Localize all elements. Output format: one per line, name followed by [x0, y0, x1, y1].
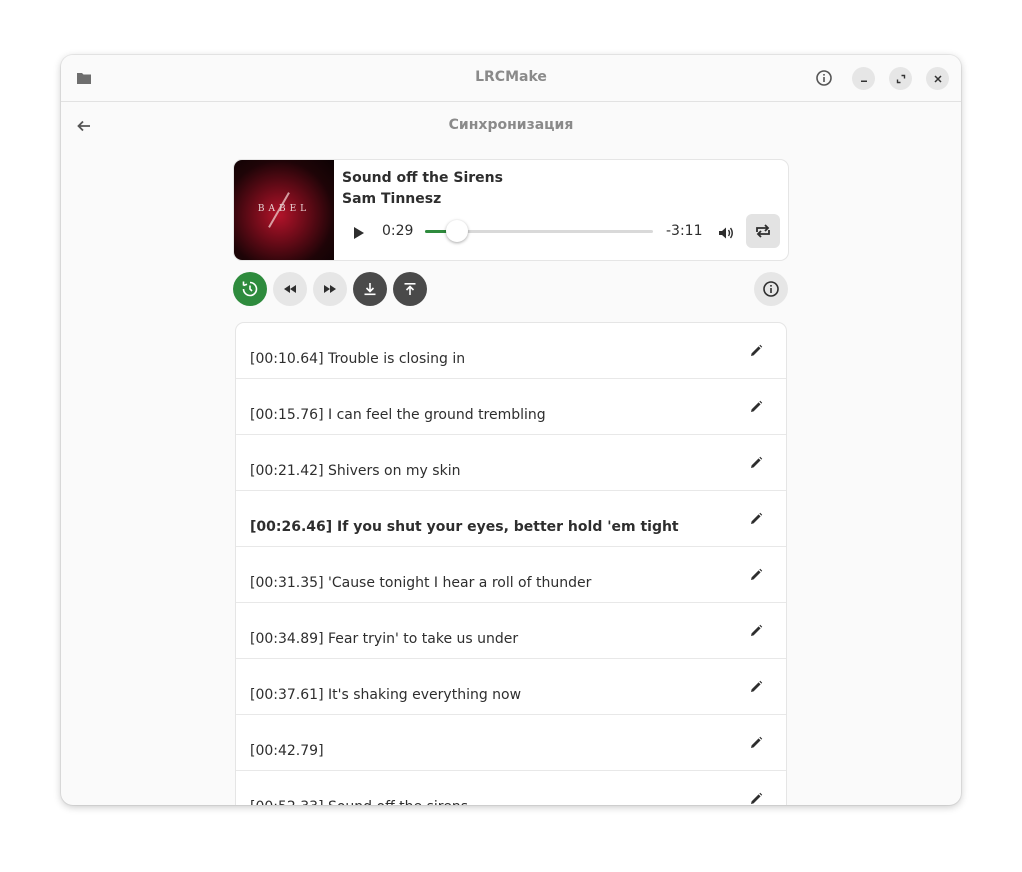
- volume-button[interactable]: [715, 222, 737, 244]
- lyric-text: [00:10.64] Trouble is closing in: [250, 351, 466, 367]
- lyric-row[interactable]: [00:42.79]: [236, 715, 786, 771]
- download-icon: [364, 283, 376, 296]
- player-card: BABEL Sound off the Sirens Sam Tinnesz 0…: [234, 160, 788, 260]
- fast-forward-button[interactable]: [313, 272, 347, 306]
- edit-button[interactable]: [746, 453, 766, 473]
- lyric-text: [00:26.46] If you shut your eyes, better…: [250, 519, 679, 535]
- lyric-text: [00:34.89] Fear tryin' to take us under: [250, 631, 519, 647]
- title-bar: LRCMake: [61, 55, 961, 102]
- sync-button[interactable]: [233, 272, 267, 306]
- album-cover: BABEL: [234, 160, 334, 260]
- lyric-text: [00:37.61] It's shaking everything now: [250, 687, 522, 703]
- lyric-row[interactable]: [00:21.42] Shivers on my skin: [236, 435, 786, 491]
- pencil-icon: [751, 624, 763, 636]
- play-icon: [354, 227, 364, 239]
- seek-slider[interactable]: [425, 220, 653, 242]
- upload-button[interactable]: [393, 272, 427, 306]
- edit-button[interactable]: [746, 677, 766, 697]
- lyric-text: [00:15.76] I can feel the ground trembli…: [250, 407, 546, 423]
- close-button[interactable]: [926, 67, 949, 90]
- rewind-button[interactable]: [273, 272, 307, 306]
- sync-icon: [242, 281, 258, 297]
- edit-button[interactable]: [746, 509, 766, 529]
- volume-icon: [719, 227, 733, 239]
- info-icon: [763, 281, 779, 297]
- pencil-icon: [751, 512, 763, 524]
- lyric-text: [00:21.42] Shivers on my skin: [250, 463, 461, 479]
- pencil-icon: [751, 792, 763, 804]
- download-button[interactable]: [353, 272, 387, 306]
- info-button[interactable]: [754, 272, 788, 306]
- upload-icon: [404, 283, 416, 295]
- pencil-icon: [751, 400, 763, 412]
- seek-handle[interactable]: [445, 220, 468, 242]
- lyric-row[interactable]: [00:10.64] Trouble is closing in: [236, 323, 786, 379]
- lyric-row[interactable]: [00:37.61] It's shaking everything now: [236, 659, 786, 715]
- lyric-row[interactable]: [00:34.89] Fear tryin' to take us under: [236, 603, 786, 659]
- edit-button[interactable]: [746, 621, 766, 641]
- lyric-text: [00:31.35] 'Cause tonight I hear a roll …: [250, 575, 592, 591]
- cover-text: BABEL: [257, 204, 311, 214]
- pencil-icon: [751, 680, 763, 692]
- lyric-text: [00:52.33] Sound off the sirens: [250, 799, 468, 805]
- rewind-icon: [284, 285, 296, 293]
- pencil-icon: [751, 568, 763, 580]
- edit-button[interactable]: [746, 565, 766, 585]
- remaining-time: -3:11: [666, 223, 703, 239]
- pencil-icon: [751, 344, 763, 356]
- maximize-button[interactable]: [889, 67, 912, 90]
- minimize-button[interactable]: [852, 67, 875, 90]
- lyric-text: [00:42.79]: [250, 743, 324, 759]
- lyric-row[interactable]: [00:26.46] If you shut your eyes, better…: [236, 491, 786, 547]
- repeat-button[interactable]: [746, 214, 780, 248]
- edit-button[interactable]: [746, 789, 766, 805]
- page-title: Синхронизация: [448, 117, 574, 133]
- edit-button[interactable]: [746, 397, 766, 417]
- fast-forward-icon: [324, 285, 336, 293]
- page-header: Синхронизация: [61, 102, 961, 148]
- song-artist: Sam Tinnesz: [342, 191, 442, 207]
- current-time: 0:29: [382, 223, 414, 239]
- lyric-row[interactable]: [00:31.35] 'Cause tonight I hear a roll …: [236, 547, 786, 603]
- about-info-icon[interactable]: [814, 68, 834, 88]
- pencil-icon: [751, 456, 763, 468]
- app-window: LRCMake Синхронизация BABEL Sound off th…: [61, 55, 961, 805]
- pencil-icon: [751, 736, 763, 748]
- song-title: Sound off the Sirens: [342, 170, 503, 186]
- edit-button[interactable]: [746, 733, 766, 753]
- lyrics-list: [00:10.64] Trouble is closing in [00:15.…: [236, 323, 786, 805]
- lyric-row[interactable]: [00:15.76] I can feel the ground trembli…: [236, 379, 786, 435]
- repeat-icon: [756, 224, 770, 238]
- play-button[interactable]: [348, 222, 370, 244]
- lyric-row[interactable]: [00:52.33] Sound off the sirens: [236, 771, 786, 805]
- edit-button[interactable]: [746, 341, 766, 361]
